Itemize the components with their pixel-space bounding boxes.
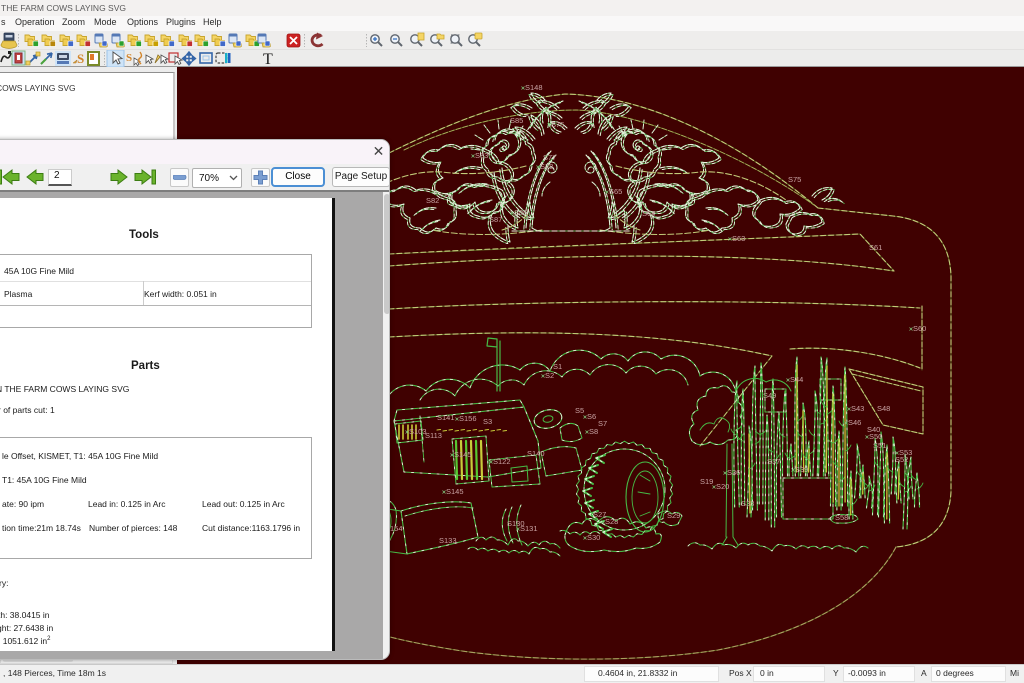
svg-text:S78: S78 [540, 162, 553, 171]
svg-text:S113: S113 [425, 431, 442, 440]
svg-text:S1: S1 [553, 362, 562, 371]
svg-text:S65: S65 [609, 187, 622, 196]
svg-text:S6: S6 [587, 412, 596, 421]
svg-text:S140: S140 [527, 449, 545, 458]
svg-text:S29: S29 [667, 511, 680, 520]
svg-text:S5: S5 [575, 406, 584, 415]
svg-text:S64: S64 [642, 209, 655, 218]
svg-text:S145: S145 [454, 450, 472, 459]
svg-text:S133: S133 [439, 536, 457, 545]
svg-text:S19: S19 [700, 477, 713, 486]
svg-text:S86: S86 [514, 208, 527, 217]
svg-text:S43: S43 [851, 404, 864, 413]
svg-text:S85: S85 [510, 116, 523, 125]
svg-text:S: S [126, 52, 132, 64]
svg-text:S50: S50 [869, 432, 882, 441]
svg-text:S58: S58 [835, 513, 848, 522]
svg-text:S49: S49 [763, 391, 776, 400]
svg-text:S77: S77 [543, 153, 556, 162]
svg-text:S61: S61 [869, 243, 882, 252]
svg-text:S103: S103 [409, 427, 427, 436]
svg-text:S30: S30 [587, 533, 600, 542]
svg-text:S63: S63 [732, 234, 745, 243]
svg-text:S87: S87 [489, 215, 502, 224]
svg-text:S2: S2 [545, 371, 554, 380]
svg-text:S: S [77, 51, 84, 66]
svg-text:S131: S131 [520, 524, 538, 533]
svg-text:S33: S33 [741, 499, 754, 508]
svg-text:S36: S36 [727, 468, 740, 477]
svg-text:S52: S52 [895, 455, 908, 464]
svg-text:S37: S37 [767, 457, 780, 466]
svg-text:S156: S156 [459, 414, 477, 423]
svg-text:S60: S60 [913, 324, 926, 333]
svg-text:S20: S20 [716, 482, 729, 491]
svg-text:S28: S28 [605, 517, 618, 526]
svg-text:S83: S83 [475, 151, 488, 160]
svg-text:S51: S51 [873, 441, 886, 450]
svg-text:S148: S148 [525, 83, 543, 92]
svg-text:S44: S44 [790, 375, 803, 384]
svg-text:S39: S39 [795, 465, 808, 474]
svg-text:S3: S3 [483, 417, 492, 426]
svg-text:S141: S141 [437, 413, 455, 422]
svg-text:S145: S145 [446, 487, 464, 496]
svg-text:S46: S46 [848, 418, 861, 427]
svg-text:T: T [263, 51, 273, 67]
svg-text:S75: S75 [788, 175, 801, 184]
svg-text:S48: S48 [877, 404, 890, 413]
svg-text:S8: S8 [589, 427, 598, 436]
svg-text:S76: S76 [551, 120, 564, 129]
svg-text:S122: S122 [493, 457, 511, 466]
svg-text:S82: S82 [426, 196, 439, 205]
svg-text:S7: S7 [598, 419, 607, 428]
